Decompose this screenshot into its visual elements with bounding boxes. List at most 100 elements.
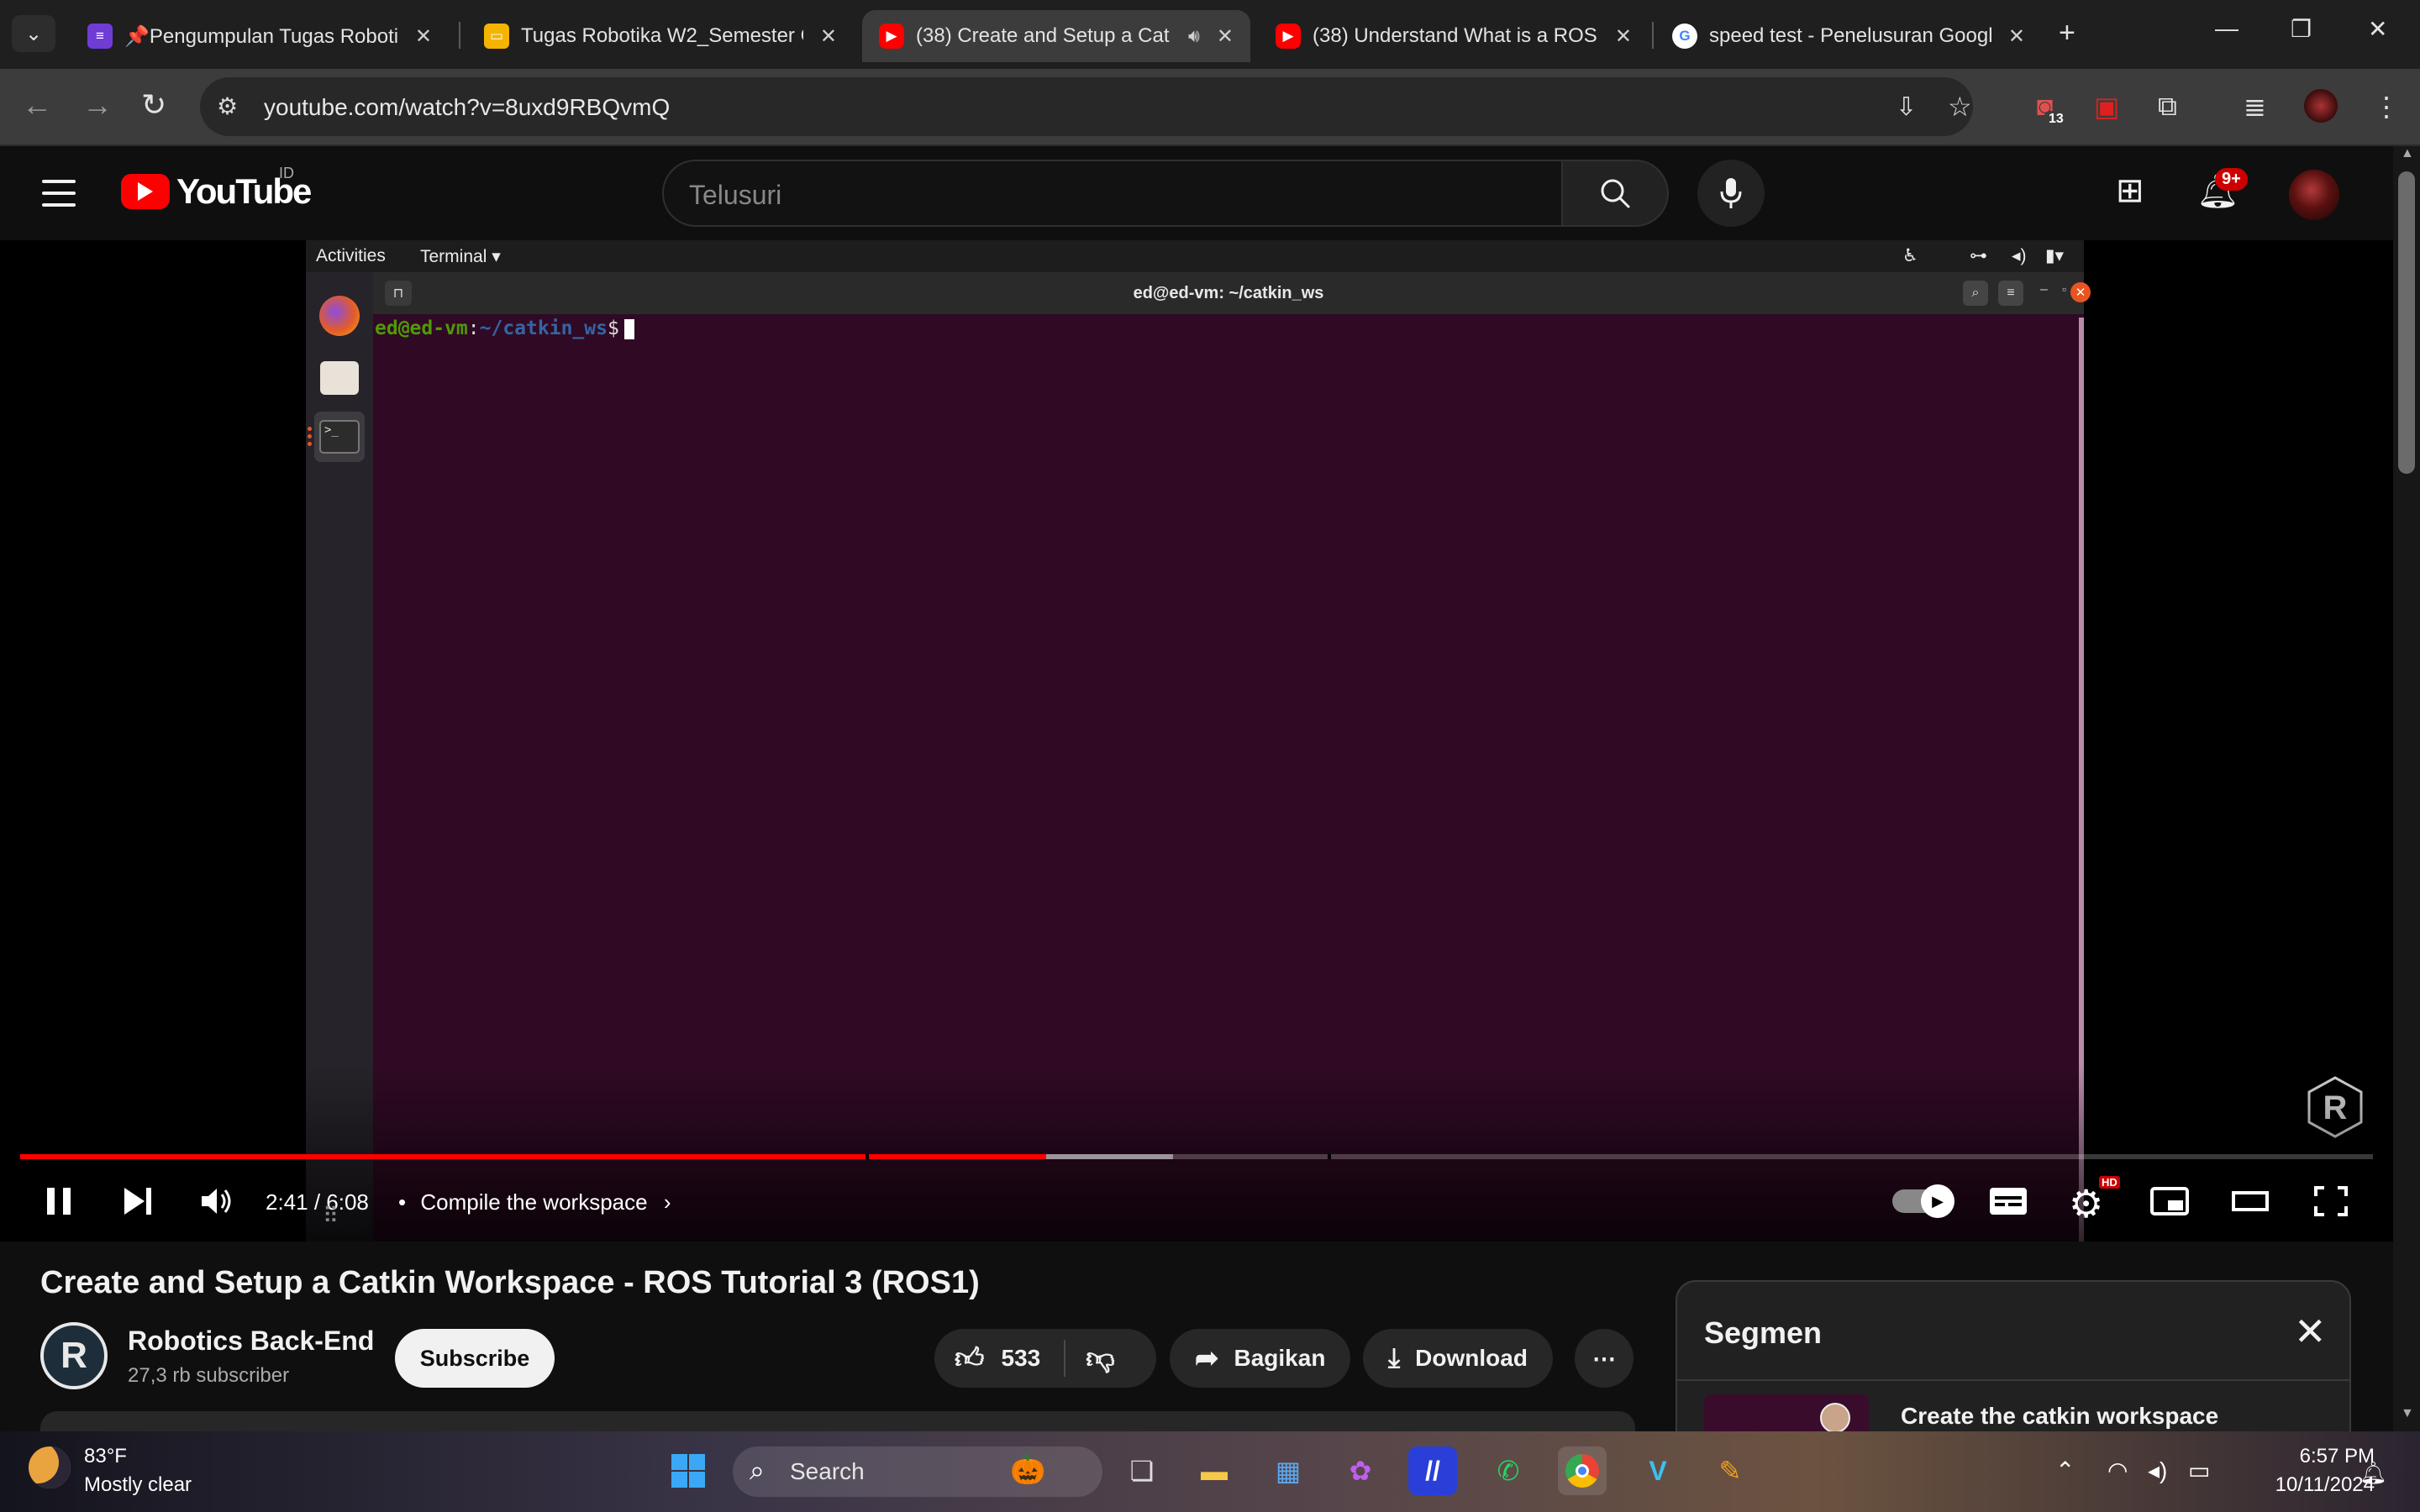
- battery-icon[interactable]: ▭: [2188, 1457, 2210, 1484]
- fullscreen-icon: [2314, 1186, 2348, 1216]
- chevron-right-icon: ›: [663, 1189, 671, 1215]
- minimize-icon[interactable]: —: [2215, 15, 2238, 42]
- youtube-play-logo-icon: [121, 174, 170, 209]
- close-tab-icon[interactable]: ✕: [1615, 24, 1632, 49]
- install-app-icon[interactable]: ⇩: [1896, 92, 1917, 122]
- restore-icon[interactable]: ❐: [2291, 15, 2312, 43]
- segment-item-title[interactable]: Create the catkin workspace: [1901, 1403, 2218, 1430]
- drag-handle-icon[interactable]: ⠿: [323, 1203, 340, 1229]
- channel-name[interactable]: Robotics Back-End: [128, 1326, 374, 1357]
- media-control-icon[interactable]: ≣: [2244, 91, 2266, 123]
- taskbar-search[interactable]: ⌕ Search 🎃: [733, 1446, 1102, 1497]
- close-tab-icon[interactable]: ✕: [2008, 24, 2025, 49]
- terminal-titlebar: ⊓ ed@ed-vm: ~/catkin_ws ⌕ ≡ – ▫ ✕: [373, 272, 2091, 314]
- microsoft-store-icon[interactable]: ▦: [1264, 1446, 1313, 1495]
- like-dislike-group: 👍︎ 533 👎︎: [934, 1329, 1156, 1388]
- tab-create-setup-catkin[interactable]: ▶ (38) Create and Setup a Cat 🔊︎ ✕: [862, 10, 1250, 62]
- next-button[interactable]: [121, 1184, 155, 1226]
- thumbs-up-icon[interactable]: 👍︎: [955, 1341, 985, 1376]
- like-count[interactable]: 533: [1002, 1345, 1041, 1372]
- search-button[interactable]: [1563, 160, 1669, 227]
- url-text[interactable]: youtube.com/watch?v=8uxd9RBQvmQ: [264, 94, 670, 121]
- mute-button[interactable]: [198, 1184, 235, 1226]
- autoplay-toggle[interactable]: ▶: [1892, 1184, 1954, 1218]
- thumbs-down-icon[interactable]: 👎︎: [1086, 1341, 1115, 1376]
- progress-bar[interactable]: [20, 1154, 2373, 1159]
- pause-icon: [47, 1188, 71, 1215]
- tab-speed-test[interactable]: G speed test - Penelusuran Googl ✕: [1655, 10, 2042, 62]
- extensions-puzzle-icon[interactable]: ⧉: [2158, 91, 2177, 123]
- youtube-logo[interactable]: YouTube ID: [121, 165, 312, 212]
- forward-icon[interactable]: →: [82, 87, 113, 123]
- copilot-icon[interactable]: ✿: [1336, 1446, 1385, 1495]
- settings-button[interactable]: ⚙: [2069, 1181, 2103, 1226]
- tab-understand-ros[interactable]: ▶ (38) Understand What is a ROS ✕: [1259, 10, 1649, 62]
- tab-tugas-robotika[interactable]: ▭ Tugas Robotika W2_Semester G ✕: [467, 10, 854, 62]
- chrome-menu-icon[interactable]: ⋮: [2373, 91, 2400, 123]
- weather-condition[interactable]: Mostly clear: [84, 1473, 192, 1497]
- terminal-cursor: [623, 318, 634, 339]
- task-view-icon[interactable]: ❏: [1118, 1446, 1166, 1495]
- reload-icon[interactable]: ↻: [141, 87, 166, 123]
- tab-search-button[interactable]: ⌄: [12, 15, 55, 52]
- speaker-icon[interactable]: ◂): [2148, 1457, 2167, 1484]
- extension-badge: 13: [2044, 111, 2069, 128]
- show-hidden-icons-chevron-icon[interactable]: ⌃: [2055, 1457, 2075, 1484]
- editor-app-icon[interactable]: //: [1408, 1446, 1457, 1495]
- more-actions-button[interactable]: ⋯: [1575, 1329, 1634, 1388]
- scroll-up-arrow-icon[interactable]: ▲: [2401, 146, 2414, 161]
- file-explorer-icon[interactable]: ▬: [1190, 1446, 1239, 1495]
- weather-temperature[interactable]: 83°F: [84, 1445, 127, 1468]
- chrome-icon[interactable]: [1558, 1446, 1607, 1495]
- segments-title: Segmen: [1704, 1315, 1823, 1350]
- pause-button[interactable]: [42, 1184, 76, 1226]
- miniplayer-button[interactable]: [2149, 1184, 2190, 1226]
- tool-app-icon[interactable]: ✎: [1706, 1446, 1754, 1495]
- create-video-icon[interactable]: ⊞: [2116, 171, 2144, 210]
- play-icon: ▶: [1921, 1184, 1954, 1218]
- close-tab-icon[interactable]: ✕: [415, 24, 432, 49]
- subtitles-button[interactable]: [1988, 1184, 2028, 1226]
- new-tab-button[interactable]: +: [2059, 17, 2075, 50]
- more-horizontal-icon: ⋯: [1592, 1345, 1616, 1372]
- wifi-icon[interactable]: ◠: [2107, 1457, 2128, 1484]
- theater-mode-button[interactable]: [2230, 1184, 2270, 1226]
- weather-moon-icon[interactable]: [29, 1446, 71, 1488]
- voice-search-button[interactable]: [1697, 160, 1765, 227]
- video-speed-extension-icon[interactable]: ▣: [2094, 91, 2119, 123]
- close-tab-icon[interactable]: ✕: [820, 24, 837, 49]
- whatsapp-icon[interactable]: ✆: [1484, 1446, 1533, 1495]
- ubuntu-top-bar: Activities Terminal ▾ ♿︎ ⊶ ◂) ▮▾: [306, 240, 2084, 272]
- back-icon[interactable]: ←: [22, 87, 52, 123]
- scrollbar-thumb[interactable]: [2398, 171, 2415, 474]
- channel-avatar[interactable]: R: [40, 1322, 108, 1389]
- subscribe-button[interactable]: Subscribe: [395, 1329, 555, 1388]
- scroll-down-arrow-icon[interactable]: ▼: [2401, 1406, 2414, 1421]
- tab-pengumpulan-tugas[interactable]: ≡ 📌Pengumpulan Tugas Robotik ✕: [71, 10, 449, 62]
- window-close-icon[interactable]: ✕: [2368, 15, 2387, 43]
- vpn-app-icon[interactable]: V: [1634, 1446, 1682, 1495]
- search-input[interactable]: Telusuri: [662, 160, 1563, 227]
- profile-avatar[interactable]: [2304, 89, 2338, 123]
- account-avatar[interactable]: [2289, 170, 2339, 220]
- address-bar[interactable]: ⚙ youtube.com/watch?v=8uxd9RBQvmQ ⇩ ☆: [200, 77, 1973, 136]
- start-button[interactable]: [664, 1446, 713, 1495]
- speaker-icon[interactable]: 🔊︎: [1188, 25, 1200, 47]
- forms-favicon-icon: ≡: [87, 24, 113, 49]
- fullscreen-button[interactable]: [2312, 1184, 2349, 1226]
- bookmark-star-icon[interactable]: ☆: [1948, 91, 1972, 123]
- download-button[interactable]: ⤓ Download: [1363, 1329, 1553, 1388]
- clock-date[interactable]: 10/11/2024: [2240, 1473, 2375, 1497]
- terminal-close-icon: ✕: [2070, 282, 2091, 302]
- close-panel-icon[interactable]: ✕: [2294, 1309, 2327, 1354]
- notification-bell-icon[interactable]: 🔔︎: [2360, 1460, 2387, 1486]
- search-icon: [1601, 179, 1630, 208]
- share-button[interactable]: ➦ Bagikan: [1170, 1329, 1351, 1388]
- video-player[interactable]: Activities Terminal ▾ ♿︎ ⊶ ◂) ▮▾ >_ ⊓ ed…: [0, 240, 2393, 1242]
- page-scrollbar[interactable]: ▲ ▼: [2393, 146, 2420, 1431]
- firefox-icon: [314, 291, 365, 341]
- chapter-title-button[interactable]: • Compile the workspace ›: [398, 1189, 671, 1215]
- close-tab-icon[interactable]: ✕: [1217, 24, 1234, 49]
- site-info-icon[interactable]: ⚙: [217, 92, 238, 120]
- menu-icon[interactable]: [42, 180, 76, 207]
